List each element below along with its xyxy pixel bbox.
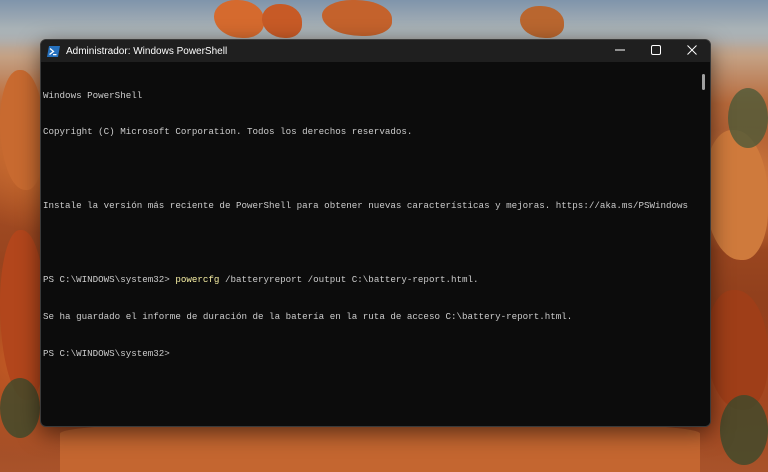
console-line: Copyright (C) Microsoft Corporation. Tod… — [43, 126, 696, 138]
console-line: Se ha guardado el informe de duración de… — [43, 311, 696, 323]
console-text: Copyright (C) Microsoft Corporation. Tod… — [43, 126, 413, 138]
caption-buttons — [602, 40, 710, 62]
wallpaper-rock — [704, 130, 768, 260]
close-button[interactable] — [674, 40, 710, 62]
console-prompt: PS C:\WINDOWS\system32> — [43, 274, 176, 286]
wallpaper-rock — [0, 70, 44, 190]
maximize-button[interactable] — [638, 40, 674, 62]
wallpaper-rock — [706, 290, 768, 410]
console-text: /batteryreport /output C:\battery-report… — [219, 274, 479, 286]
wallpaper-rock — [60, 424, 700, 472]
powershell-window[interactable]: Administrador: Windows PowerShell Window… — [40, 39, 711, 427]
console-line: Windows PowerShell — [43, 90, 696, 102]
close-icon — [687, 42, 697, 60]
vertical-scrollbar[interactable] — [696, 62, 710, 426]
console-prompt: PS C:\WINDOWS\system32> — [43, 347, 170, 359]
console-output[interactable]: Windows PowerShell Copyright (C) Microso… — [41, 62, 696, 426]
console-text: Instale la versión más reciente de Power… — [43, 200, 689, 212]
maximize-icon — [651, 42, 661, 60]
scrollbar-thumb[interactable] — [702, 74, 705, 90]
console-command: powercfg — [175, 274, 220, 286]
console-line: Instale la versión más reciente de Power… — [43, 200, 696, 212]
window-titlebar[interactable]: Administrador: Windows PowerShell — [41, 40, 710, 62]
wallpaper-tree — [728, 88, 768, 148]
console-line: PS C:\WINDOWS\system32> — [43, 348, 696, 360]
minimize-button[interactable] — [602, 40, 638, 62]
window-title: Administrador: Windows PowerShell — [66, 45, 228, 57]
console-text: Windows PowerShell — [43, 89, 143, 101]
console-text: Se ha guardado el informe de duración de… — [43, 310, 573, 322]
console-line: PS C:\WINDOWS\system32> powercfg /batter… — [43, 274, 696, 286]
wallpaper-tree — [0, 378, 40, 438]
powershell-icon — [47, 45, 60, 58]
minimize-icon — [615, 42, 625, 60]
wallpaper-tree — [720, 395, 768, 465]
